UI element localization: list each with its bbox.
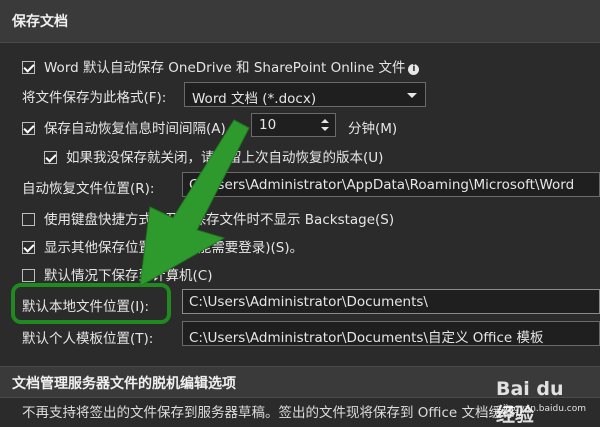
bottom-note: 不再支持将签出的文件保存到服务器草稿。签出的文件现将保存到 Office 文档缓… bbox=[22, 405, 529, 421]
green-arrow-annotation bbox=[139, 119, 250, 287]
arrow-shape bbox=[139, 119, 250, 287]
baidu-watermark: Bai du 经验 jingyan.baidu.com bbox=[496, 378, 588, 426]
watermark-sub: jingyan.baidu.com bbox=[502, 404, 586, 414]
section2-title: 文档管理服务器文件的脱机编辑选项 bbox=[12, 376, 236, 392]
